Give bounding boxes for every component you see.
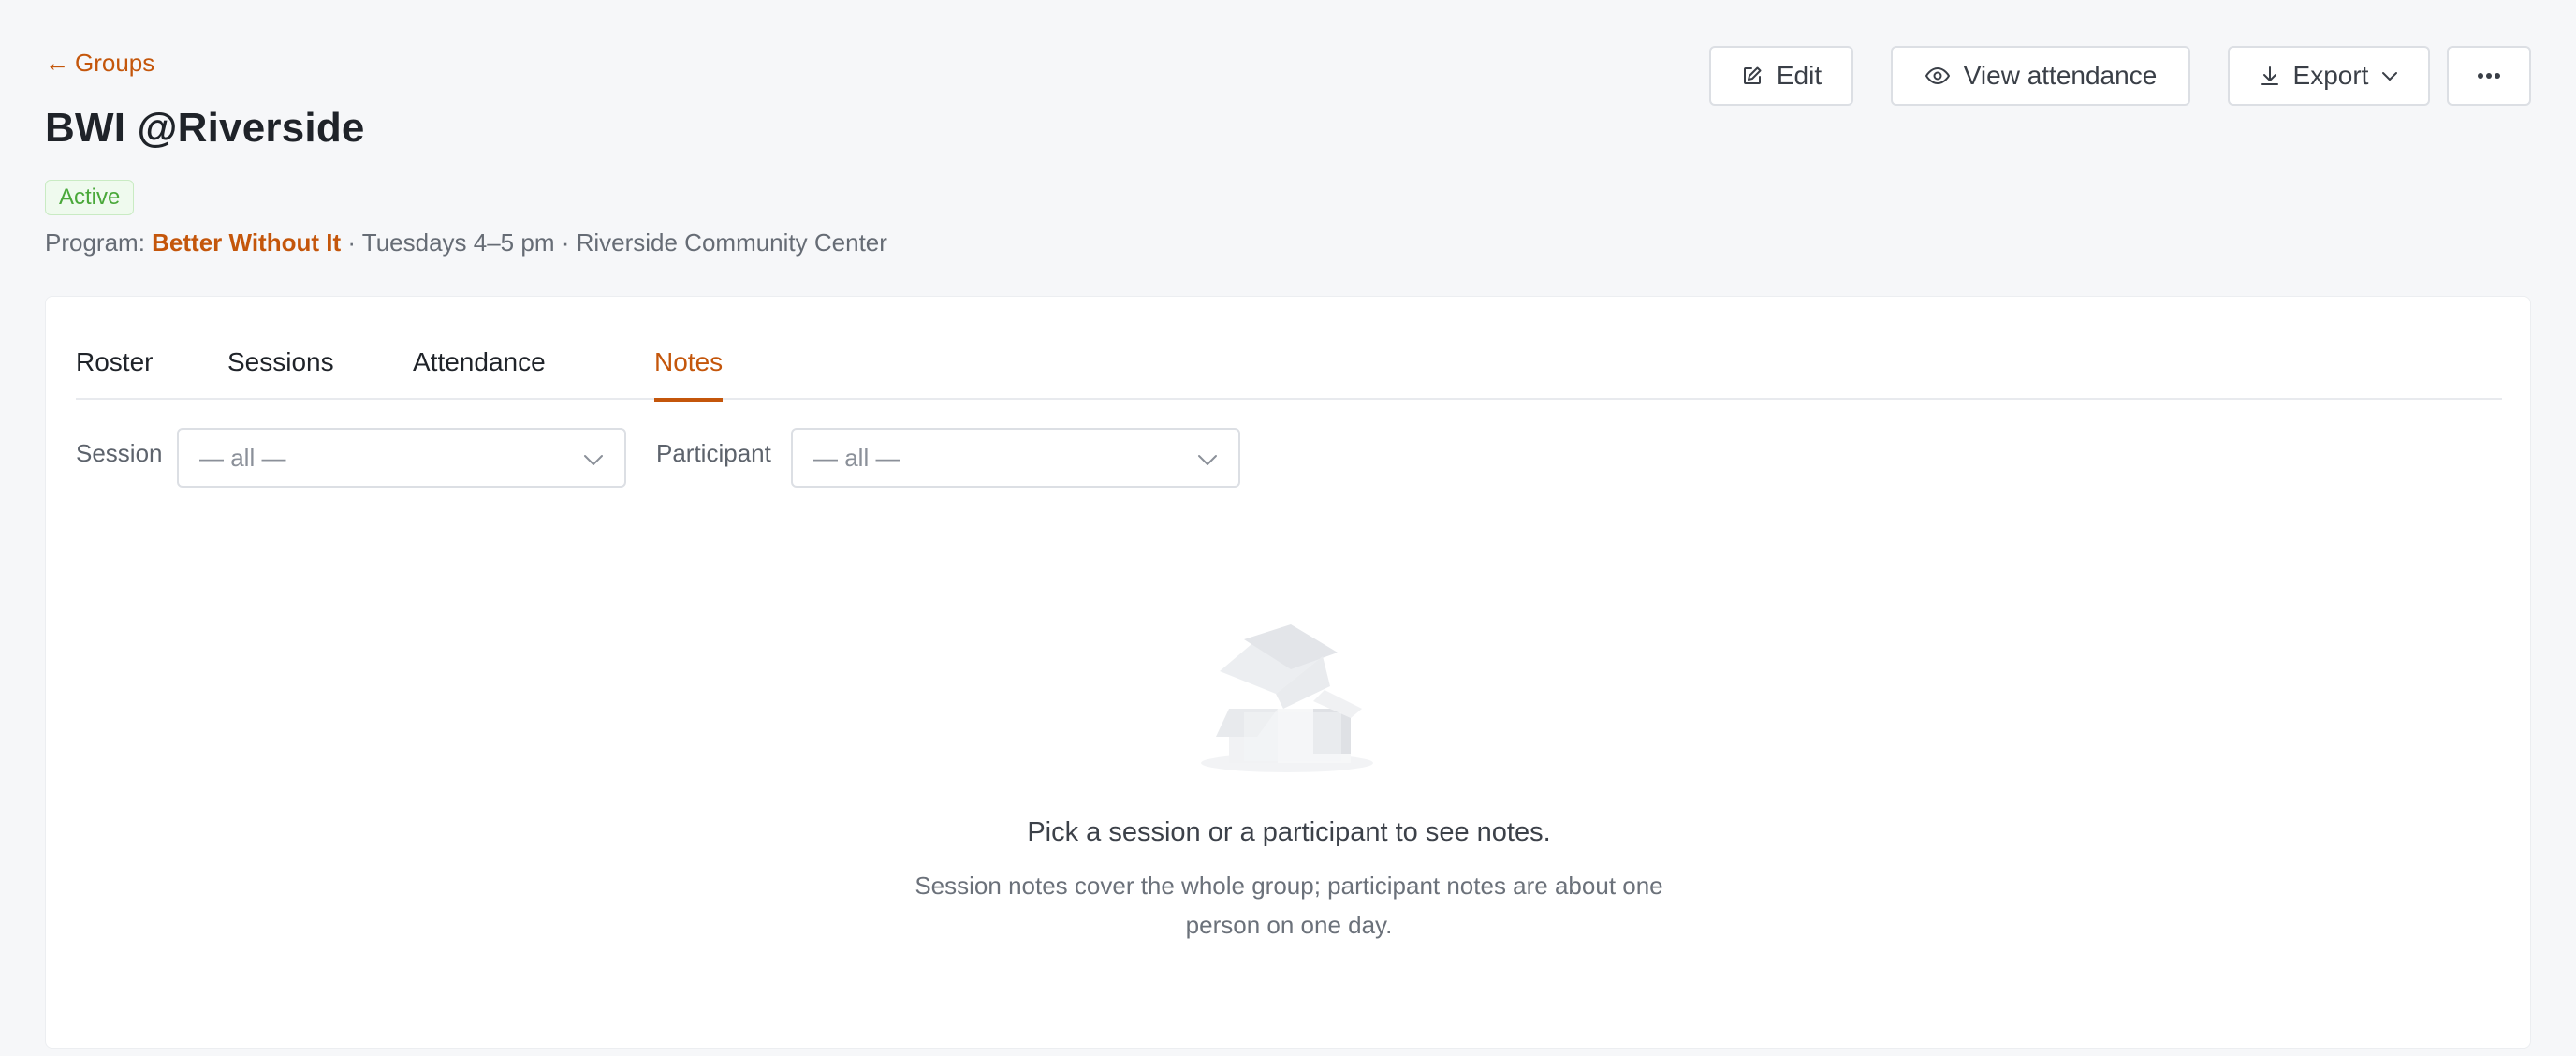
back-to-groups-link[interactable]: ← Groups bbox=[45, 49, 154, 78]
chevron-down-icon bbox=[2381, 70, 2398, 81]
edit-button[interactable]: Edit bbox=[1709, 46, 1853, 106]
session-select[interactable]: — all — bbox=[177, 428, 626, 488]
view-attendance-label: View attendance bbox=[1963, 61, 2158, 90]
view-attendance-button[interactable]: View attendance bbox=[1891, 46, 2190, 106]
session-filter-label: Session bbox=[76, 439, 163, 467]
program-prefix: Program: bbox=[45, 228, 145, 257]
participant-select-value: — all — bbox=[813, 443, 900, 472]
session-select-value: — all — bbox=[199, 443, 286, 472]
chevron-down-icon bbox=[1197, 444, 1218, 473]
participant-filter-label: Participant bbox=[656, 439, 771, 467]
export-button-label: Export bbox=[2292, 61, 2369, 90]
group-schedule: · Tuesdays 4–5 pm · Riverside Community … bbox=[347, 228, 887, 257]
eye-icon bbox=[1925, 65, 1951, 87]
chevron-down-icon bbox=[583, 444, 604, 473]
more-actions-button[interactable] bbox=[2447, 46, 2531, 106]
tab-attendance[interactable]: Attendance bbox=[413, 347, 546, 400]
tab-sessions[interactable]: Sessions bbox=[227, 347, 334, 400]
tab-bar: Roster Sessions Attendance Notes bbox=[76, 297, 2502, 402]
edit-icon bbox=[1741, 65, 1764, 87]
program-link[interactable]: Better Without It bbox=[152, 228, 341, 257]
empty-state-title: Pick a session or a participant to see n… bbox=[1027, 817, 1551, 847]
export-button[interactable]: Export bbox=[2228, 46, 2430, 106]
group-meta: Program: Better Without It · Tuesdays 4–… bbox=[45, 228, 887, 257]
empty-state-subtitle: Session notes cover the whole group; par… bbox=[915, 872, 1663, 939]
status-badge: Active bbox=[45, 180, 135, 215]
page-title: BWI @Riverside bbox=[45, 105, 365, 151]
group-detail-card: Roster Sessions Attendance Notes Session… bbox=[45, 296, 2531, 1049]
arrow-left-icon: ← bbox=[45, 49, 69, 77]
back-link-label: Groups bbox=[75, 49, 155, 77]
tab-notes[interactable]: Notes bbox=[654, 347, 724, 402]
tab-roster[interactable]: Roster bbox=[76, 347, 153, 400]
ellipsis-icon bbox=[2477, 72, 2501, 80]
participant-select[interactable]: — all — bbox=[791, 428, 1240, 488]
download-icon bbox=[2260, 65, 2280, 87]
empty-box-icon bbox=[1201, 596, 1379, 779]
edit-button-label: Edit bbox=[1776, 61, 1822, 90]
